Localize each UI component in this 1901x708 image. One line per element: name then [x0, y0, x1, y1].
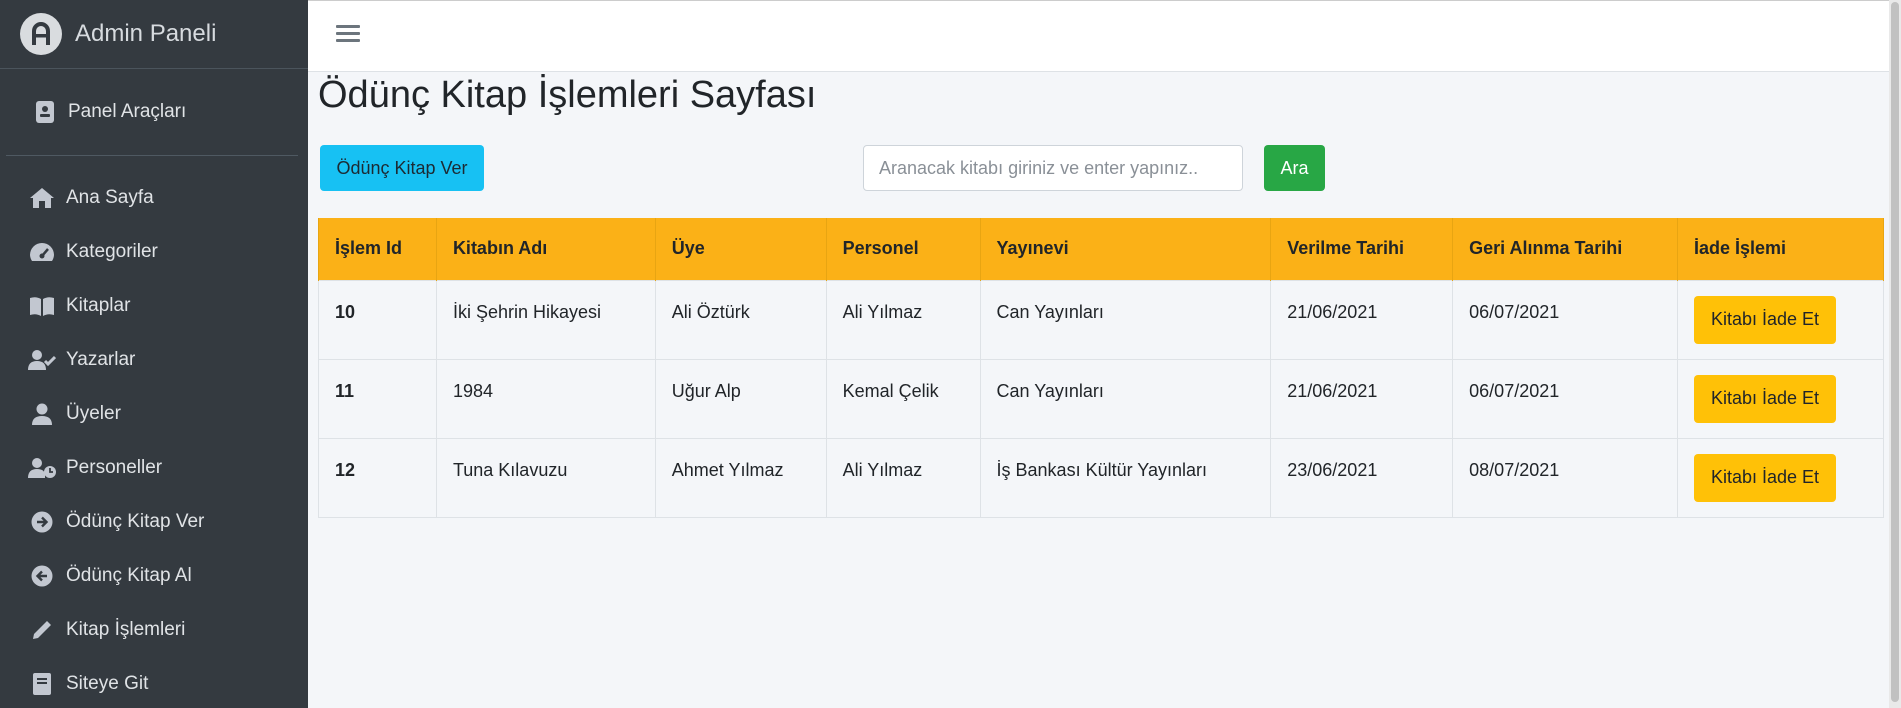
- vertical-scrollbar[interactable]: [1889, 0, 1901, 708]
- cell-return-date: 08/07/2021: [1452, 437, 1678, 518]
- user-icon: [28, 400, 56, 428]
- sidebar-item-kitap-islemleri[interactable]: Kitap İşlemleri: [0, 603, 308, 657]
- return-book-button[interactable]: Kitabı İade Et: [1694, 453, 1836, 502]
- id-card-icon: [36, 101, 54, 123]
- brand-logo-icon: [20, 13, 62, 55]
- sidebar-item-label: Kitaplar: [66, 295, 131, 316]
- loan-table: İşlem Id Kitabın Adı Üye Personel Yayıne…: [318, 218, 1884, 518]
- sidebar: Admin Paneli Panel Araçları Ana Sayfa Ka…: [0, 0, 308, 708]
- sidebar-item-label: Yazarlar: [66, 349, 136, 370]
- user-clock-icon: [28, 454, 56, 482]
- lend-book-button[interactable]: Ödünç Kitap Ver: [320, 145, 484, 191]
- table-row: 11 1984 Uğur Alp Kemal Çelik Can Yayınla…: [318, 358, 1884, 438]
- column-header: Verilme Tarihi: [1270, 218, 1454, 280]
- sidebar-item-label: Ödünç Kitap Ver: [66, 511, 205, 532]
- sidebar-item-uyeler[interactable]: Üyeler: [0, 387, 308, 441]
- cell-publisher: İş Bankası Kültür Yayınları: [980, 437, 1272, 518]
- cell-action: Kitabı İade Et: [1677, 437, 1884, 518]
- home-icon: [28, 184, 56, 212]
- sidebar-item-label: Üyeler: [66, 403, 121, 424]
- cell-book: Tuna Kılavuzu: [436, 437, 656, 518]
- sidebar-item-yazarlar[interactable]: Yazarlar: [0, 333, 308, 387]
- sidebar-item-label: Ödünç Kitap Al: [66, 565, 192, 586]
- search-input[interactable]: [863, 145, 1243, 191]
- cell-staff: Ali Yılmaz: [826, 279, 981, 359]
- sidebar-item-label: Ana Sayfa: [66, 187, 154, 208]
- cell-book: 1984: [436, 358, 656, 438]
- cell-staff: Kemal Çelik: [826, 358, 981, 438]
- sidebar-item-odunc-kitap-ver[interactable]: Ödünç Kitap Ver: [0, 495, 308, 549]
- cell-staff: Ali Yılmaz: [826, 437, 981, 518]
- return-book-button[interactable]: Kitabı İade Et: [1694, 374, 1836, 423]
- cell-given-date: 21/06/2021: [1270, 358, 1454, 438]
- cell-member: Ahmet Yılmaz: [655, 437, 827, 518]
- sidebar-item-label: Kategoriler: [66, 241, 158, 262]
- cell-return-date: 06/07/2021: [1452, 279, 1678, 359]
- search-button[interactable]: Ara: [1264, 145, 1325, 191]
- cell-publisher: Can Yayınları: [980, 279, 1272, 359]
- cell-id: 11: [318, 358, 437, 438]
- cell-given-date: 21/06/2021: [1270, 279, 1454, 359]
- brand-title: Admin Paneli: [75, 20, 217, 47]
- cell-member: Uğur Alp: [655, 358, 827, 438]
- cell-action: Kitabı İade Et: [1677, 279, 1884, 359]
- cell-action: Kitabı İade Et: [1677, 358, 1884, 438]
- user-check-icon: [28, 346, 56, 374]
- column-header: İade İşlemi: [1677, 218, 1884, 280]
- sidebar-item-odunc-kitap-al[interactable]: Ödünç Kitap Al: [0, 549, 308, 603]
- panel-tools[interactable]: Panel Araçları: [6, 69, 298, 156]
- sidebar-menu: Ana Sayfa Kategoriler Kitaplar Yazarlar …: [0, 171, 308, 708]
- return-book-button[interactable]: Kitabı İade Et: [1694, 295, 1836, 344]
- column-header: İşlem Id: [318, 218, 437, 280]
- table-row: 12 Tuna Kılavuzu Ahmet Yılmaz Ali Yılmaz…: [318, 437, 1884, 518]
- cell-publisher: Can Yayınları: [980, 358, 1272, 438]
- sidebar-item-label: Kitap İşlemleri: [66, 619, 186, 640]
- sidebar-item-siteye-git[interactable]: Siteye Git: [0, 657, 308, 708]
- sidebar-item-personeller[interactable]: Personeller: [0, 441, 308, 495]
- arrow-circle-left-icon: [28, 562, 56, 590]
- table-header-row: İşlem Id Kitabın Adı Üye Personel Yayıne…: [318, 218, 1884, 280]
- sidebar-item-label: Siteye Git: [66, 673, 149, 694]
- arrow-circle-right-icon: [28, 508, 56, 536]
- sidebar-item-ana-sayfa[interactable]: Ana Sayfa: [0, 171, 308, 225]
- cell-return-date: 06/07/2021: [1452, 358, 1678, 438]
- column-header: Personel: [826, 218, 981, 280]
- column-header: Geri Alınma Tarihi: [1452, 218, 1678, 280]
- panel-tools-label: Panel Araçları: [68, 101, 187, 122]
- cell-id: 10: [318, 279, 437, 359]
- page-title: Ödünç Kitap İşlemleri Sayfası: [318, 74, 817, 116]
- hamburger-menu-icon[interactable]: [336, 25, 360, 45]
- cell-book: İki Şehrin Hikayesi: [436, 279, 656, 359]
- top-navbar: [308, 0, 1901, 72]
- column-header: Yayınevi: [980, 218, 1272, 280]
- brand[interactable]: Admin Paneli: [0, 0, 308, 69]
- cell-given-date: 23/06/2021: [1270, 437, 1454, 518]
- sidebar-item-kategoriler[interactable]: Kategoriler: [0, 225, 308, 279]
- gauge-icon: [28, 238, 56, 266]
- scrollbar-thumb[interactable]: [1891, 2, 1899, 702]
- sidebar-item-label: Personeller: [66, 457, 163, 478]
- book-open-icon: [28, 292, 56, 320]
- cell-id: 12: [318, 437, 437, 518]
- book-icon: [28, 670, 56, 698]
- column-header: Kitabın Adı: [436, 218, 656, 280]
- table-row: 10 İki Şehrin Hikayesi Ali Öztürk Ali Yı…: [318, 279, 1884, 359]
- sidebar-item-kitaplar[interactable]: Kitaplar: [0, 279, 308, 333]
- column-header: Üye: [655, 218, 827, 280]
- pencil-icon: [28, 616, 56, 644]
- cell-member: Ali Öztürk: [655, 279, 827, 359]
